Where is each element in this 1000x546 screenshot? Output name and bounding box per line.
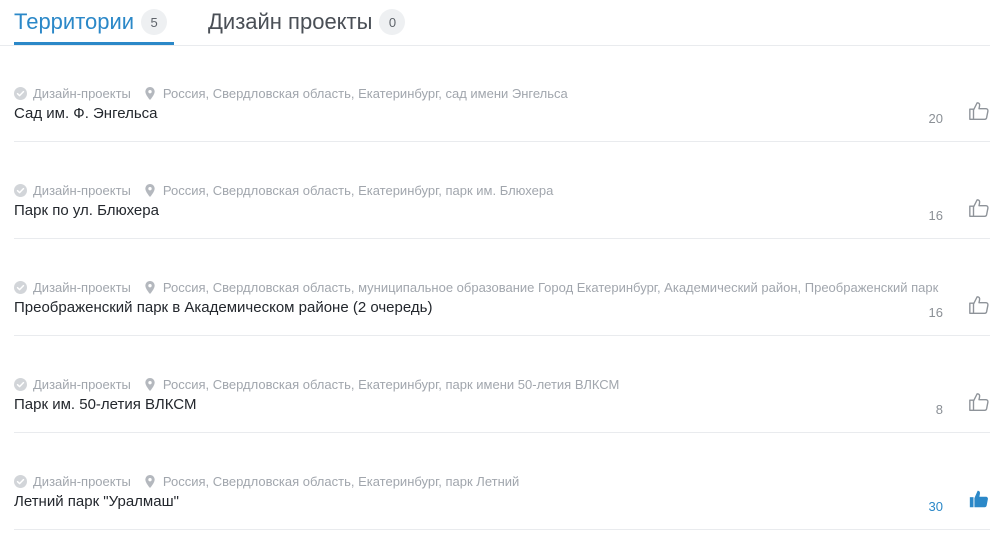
item-address[interactable]: Россия, Свердловская область, Екатеринбу…: [163, 474, 519, 489]
item-title-link[interactable]: Парк по ул. Блюхера: [14, 202, 159, 219]
item-title-link[interactable]: Сад им. Ф. Энгельса: [14, 105, 158, 122]
thumbs-up-outline-icon[interactable]: [968, 100, 990, 122]
item-category: Дизайн-проекты: [33, 473, 131, 489]
list-item: Дизайн-проекты Россия, Свердловская обла…: [14, 336, 990, 433]
item-title-link[interactable]: Парк им. 50-летия ВЛКСМ: [14, 396, 196, 413]
list-item: Дизайн-проекты Россия, Свердловская обла…: [14, 433, 990, 530]
item-category: Дизайн-проекты: [33, 279, 131, 295]
check-circle-icon: [14, 377, 27, 391]
item-address[interactable]: Россия, Свердловская область, Екатеринбу…: [163, 86, 568, 101]
item-meta: Дизайн-проекты Россия, Свердловская обла…: [14, 182, 553, 198]
thumbs-up-filled-icon[interactable]: [968, 488, 990, 510]
tab-design-projects-label: Дизайн проекты: [208, 9, 373, 34]
map-pin-icon: [145, 377, 155, 391]
item-address[interactable]: Россия, Свердловская область, Екатеринбу…: [163, 183, 553, 198]
map-pin-icon: [145, 183, 155, 197]
map-pin-icon: [145, 86, 155, 100]
item-address[interactable]: Россия, Свердловская область, муниципаль…: [163, 280, 938, 295]
tab-territories-label: Территории: [14, 9, 135, 34]
item-meta: Дизайн-проекты Россия, Свердловская обла…: [14, 473, 519, 489]
thumbs-up-outline-icon[interactable]: [968, 294, 990, 316]
item-address[interactable]: Россия, Свердловская область, Екатеринбу…: [163, 377, 619, 392]
like-count: 30: [928, 499, 943, 514]
list-item: Дизайн-проекты Россия, Свердловская обла…: [14, 45, 990, 142]
like-count: 16: [928, 208, 943, 223]
check-circle-icon: [14, 280, 27, 294]
thumbs-up-outline-icon[interactable]: [968, 197, 990, 219]
map-pin-icon: [145, 280, 155, 294]
like-count: 20: [928, 111, 943, 126]
check-circle-icon: [14, 183, 27, 197]
item-meta: Дизайн-проекты Россия, Свердловская обла…: [14, 376, 619, 392]
item-meta: Дизайн-проекты Россия, Свердловская обла…: [14, 279, 938, 295]
thumbs-up-outline-icon[interactable]: [968, 391, 990, 413]
like-count: 16: [928, 305, 943, 320]
check-circle-icon: [14, 86, 27, 100]
item-category: Дизайн-проекты: [33, 182, 131, 198]
list-item: Дизайн-проекты Россия, Свердловская обла…: [14, 239, 990, 336]
tab-territories[interactable]: Территории 5: [14, 0, 168, 44]
check-circle-icon: [14, 474, 27, 488]
map-pin-icon: [145, 474, 155, 488]
tab-design-projects-count-badge: 0: [379, 9, 406, 35]
tab-design-projects[interactable]: Дизайн проекты 0: [208, 0, 406, 44]
item-category: Дизайн-проекты: [33, 376, 131, 392]
item-title-link[interactable]: Преображенский парк в Академическом райо…: [14, 299, 432, 316]
tab-bar: Территории 5 Дизайн проекты 0: [0, 0, 990, 46]
tab-territories-count-badge: 5: [141, 9, 168, 35]
item-title-link[interactable]: Летний парк "Уралмаш": [14, 493, 179, 510]
list-item: Дизайн-проекты Россия, Свердловская обла…: [14, 142, 990, 239]
like-count: 8: [935, 402, 943, 417]
item-category: Дизайн-проекты: [33, 85, 131, 101]
item-meta: Дизайн-проекты Россия, Свердловская обла…: [14, 85, 568, 101]
